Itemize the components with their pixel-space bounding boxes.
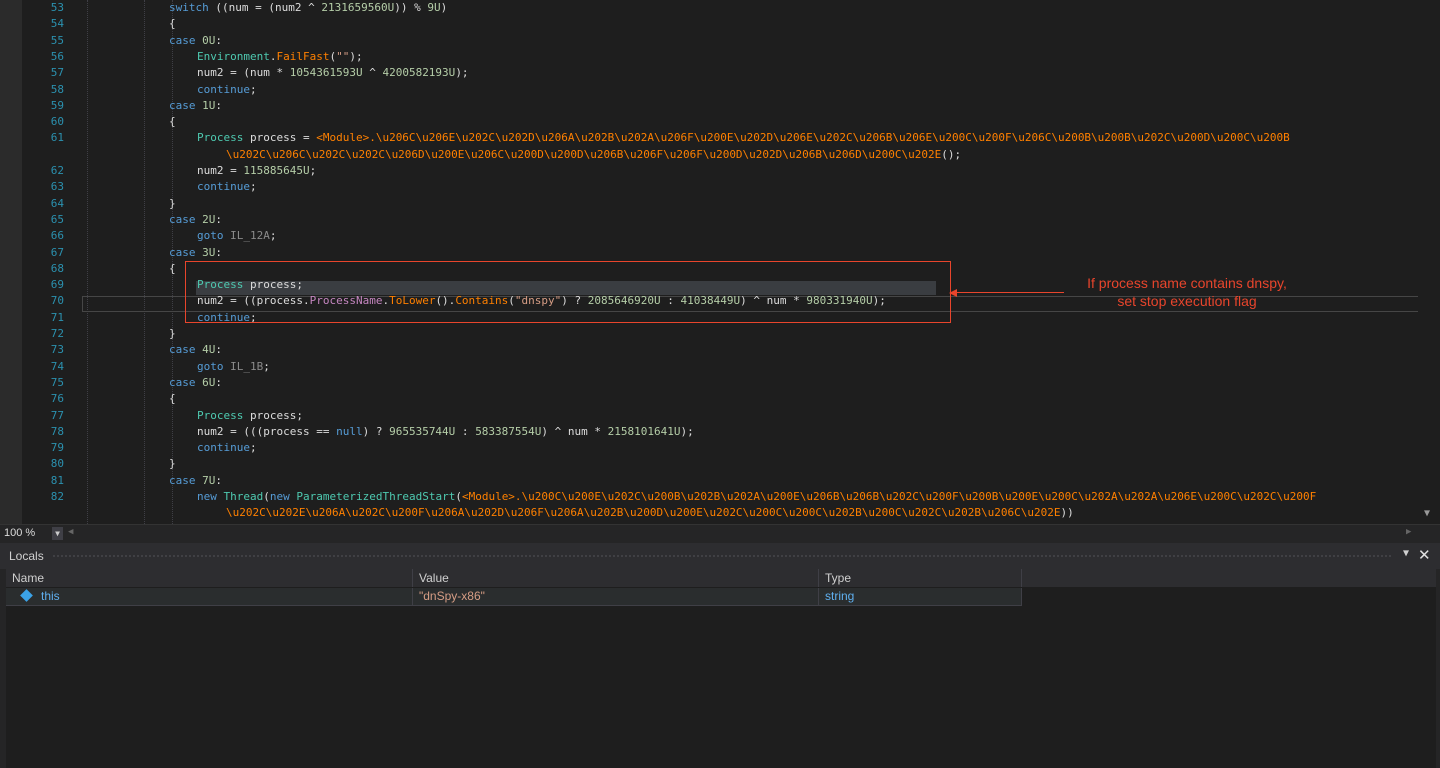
line-number: 81 (50, 473, 64, 487)
local-type: string (819, 588, 1022, 605)
line-number: 66 (50, 229, 64, 243)
line-number: 82 (50, 490, 64, 503)
code-text[interactable]: case 3U: (169, 245, 222, 261)
line-number: 64 (50, 196, 64, 210)
line-number: 80 (50, 457, 64, 471)
vertical-scrollbar[interactable]: ▼ (1418, 0, 1440, 524)
line-number: 76 (50, 392, 64, 406)
code-text[interactable]: case 0U: (169, 33, 222, 49)
code-text[interactable]: continue; (197, 82, 257, 98)
code-text[interactable]: goto IL_12A; (197, 228, 277, 244)
column-header-value[interactable]: Value (413, 569, 819, 587)
indent-guide (87, 0, 88, 524)
panel-title: Locals (9, 549, 44, 563)
column-header-filler (1022, 569, 1436, 587)
code-text[interactable]: } (169, 456, 176, 472)
annotation-arrow (956, 292, 1064, 293)
column-header-name[interactable]: Name (6, 569, 413, 587)
column-header-type[interactable]: Type (819, 569, 1022, 587)
line-number: 65 (50, 212, 64, 226)
line-number: 69 (50, 278, 64, 292)
code-text[interactable]: Process process; (197, 408, 303, 424)
line-number: 70 (50, 294, 64, 308)
code-text[interactable]: new Thread(new ParameterizedThreadStart(… (197, 489, 1316, 505)
line-number: 61 (50, 131, 64, 145)
line-number: 74 (50, 359, 64, 373)
object-icon (20, 589, 33, 602)
code-text[interactable]: case 7U: (169, 473, 222, 489)
local-name-cell[interactable]: this (6, 588, 413, 605)
line-number: 60 (50, 115, 64, 129)
line-number: 77 (50, 408, 64, 422)
line-number: 62 (50, 164, 64, 177)
indent-guide (144, 0, 145, 524)
scroll-down-icon[interactable]: ▼ (1424, 508, 1430, 519)
line-number: 63 (50, 180, 64, 194)
scroll-left-icon[interactable]: ◀ (68, 527, 73, 537)
locals-grid[interactable]: Name Value Type this "dnSpy-x86" string (6, 569, 1436, 768)
local-value[interactable]: "dnSpy-x86" (413, 588, 819, 605)
code-editor[interactable]: 53 switch ((num = (num2 ^ 2131659560U)) %… (0, 0, 1440, 524)
line-number: 75 (50, 375, 64, 389)
panel-menu-icon[interactable]: ▼ (1403, 548, 1409, 559)
code-text[interactable]: { (169, 16, 176, 32)
line-number: 57 (50, 66, 64, 80)
annotation-text: If process name contains dnspy, set stop… (1060, 274, 1314, 310)
code-text[interactable]: goto IL_1B; (197, 359, 270, 375)
code-text[interactable]: } (169, 326, 176, 342)
line-number: 72 (50, 327, 64, 340)
code-text[interactable]: case 2U: (169, 212, 222, 228)
code-text[interactable]: num2 = 115885645U; (197, 163, 316, 179)
code-text[interactable]: num2 = (((process == null) ? 965535744U … (197, 424, 694, 440)
code-text[interactable]: case 6U: (169, 375, 222, 391)
panel-header: Locals ▼ ✕ (0, 543, 1440, 569)
table-row[interactable]: this "dnSpy-x86" string (6, 588, 1022, 606)
panel-grip[interactable] (52, 554, 1392, 558)
line-number: 54 (50, 17, 64, 31)
line-number: 56 (50, 49, 64, 63)
code-text[interactable]: } (169, 196, 176, 212)
code-text[interactable]: { (169, 391, 176, 407)
line-number: 78 (50, 424, 64, 438)
local-name: this (41, 589, 60, 603)
code-text[interactable]: Process process = <Module>.\u206C\u206E\… (197, 130, 1290, 146)
code-text[interactable]: Environment.FailFast(""); (197, 49, 363, 65)
editor-margin (0, 0, 22, 524)
line-number: 59 (50, 98, 64, 112)
arrow-head-icon (949, 289, 957, 297)
line-number: 67 (50, 245, 64, 259)
zoom-dropdown-icon[interactable]: ▼ (52, 527, 63, 540)
annotation-line-1: If process name contains dnspy, (1087, 275, 1287, 291)
code-text[interactable]: continue; (197, 440, 257, 456)
annotation-box (185, 261, 951, 323)
line-number: 53 (50, 1, 64, 14)
code-text[interactable]: \u202C\u202E\u206A\u202C\u200F\u206A\u20… (226, 505, 1074, 521)
line-number: 58 (50, 82, 64, 96)
code-text[interactable]: case 1U: (169, 98, 222, 114)
line-number: 71 (50, 310, 64, 324)
code-text[interactable]: continue; (197, 179, 257, 195)
code-text[interactable]: case 4U: (169, 342, 222, 358)
line-number: 55 (50, 33, 64, 47)
code-text[interactable]: num2 = (num * 1054361593U ^ 4200582193U)… (197, 65, 469, 81)
close-icon[interactable]: ✕ (1418, 546, 1431, 564)
annotation-line-2: set stop execution flag (1117, 293, 1257, 309)
line-number: 68 (50, 261, 64, 275)
line-number: 79 (50, 441, 64, 455)
line-number: 73 (50, 343, 64, 357)
locals-panel: Locals ▼ ✕ Name Value Type this "dnSpy-x… (0, 543, 1440, 768)
scroll-right-icon[interactable]: ▶ (1406, 527, 1411, 537)
code-text[interactable]: { (169, 114, 176, 130)
editor-status-bar: 100 % ▼ ◀ ▶ (0, 524, 1440, 543)
code-text[interactable]: \u202C\u206C\u202C\u202C\u206D\u200E\u20… (226, 147, 961, 163)
zoom-level[interactable]: 100 % (4, 526, 35, 541)
code-text[interactable]: switch ((num = (num2 ^ 2131659560U)) % 9… (169, 0, 447, 16)
code-text[interactable]: { (169, 261, 176, 277)
